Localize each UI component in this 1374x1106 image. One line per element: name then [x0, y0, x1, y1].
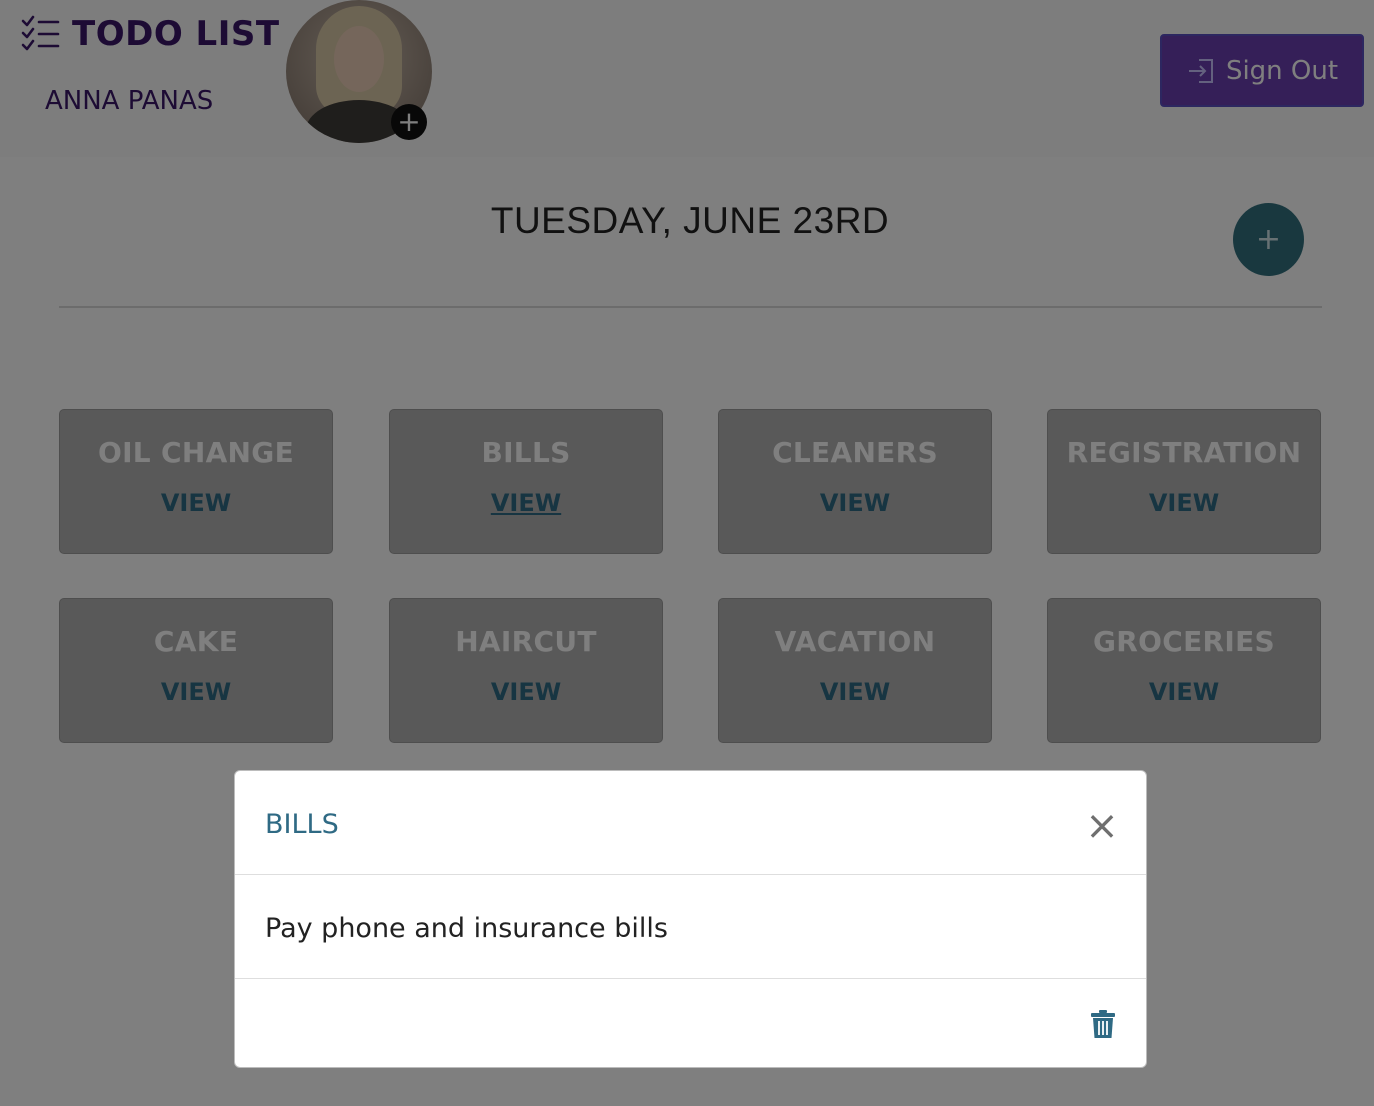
page: TODO LIST ANNA PANAS + Sign Out TUESDAY,…: [0, 0, 1374, 1106]
modal-header: BILLS ×: [235, 771, 1146, 875]
task-description: Pay phone and insurance bills: [265, 913, 668, 944]
close-icon[interactable]: ×: [1085, 806, 1119, 846]
modal-footer: [235, 979, 1146, 1067]
modal-title: BILLS: [265, 809, 339, 840]
trash-icon[interactable]: [1090, 1009, 1116, 1039]
task-modal: BILLS × Pay phone and insurance bills: [234, 770, 1147, 1068]
modal-body: Pay phone and insurance bills: [235, 875, 1146, 979]
